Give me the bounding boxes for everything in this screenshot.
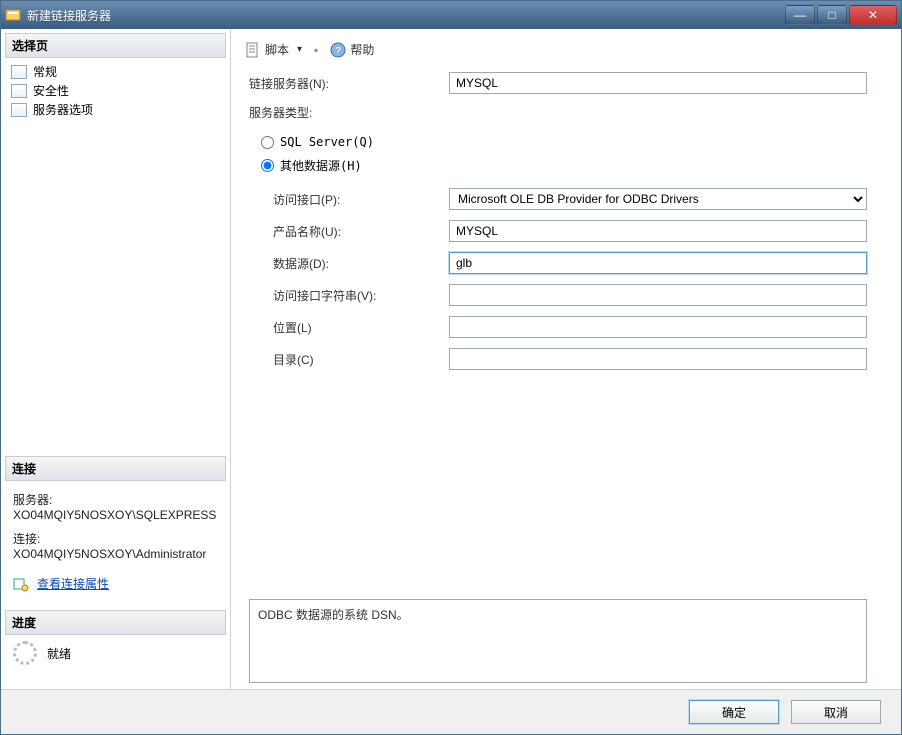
- script-icon: [245, 42, 261, 58]
- script-button[interactable]: 脚本: [241, 39, 306, 60]
- sidebar: 选择页 常规 安全性 服务器选项 连接 服务器: XO04MQ: [1, 29, 231, 689]
- select-page-header: 选择页: [5, 33, 226, 58]
- close-button[interactable]: ✕: [849, 5, 897, 25]
- radio-other-label: 其他数据源(H): [280, 157, 362, 174]
- provider-label: 访问接口(P):: [249, 191, 449, 208]
- product-input[interactable]: [449, 220, 867, 242]
- linked-server-input[interactable]: [449, 72, 867, 94]
- catalog-label: 目录(C): [249, 351, 449, 368]
- product-label: 产品名称(U):: [249, 223, 449, 240]
- help-icon: ?: [330, 42, 346, 58]
- spinner-icon: [13, 641, 37, 665]
- nav-label: 安全性: [33, 82, 69, 99]
- server-label: 服务器:: [13, 491, 222, 508]
- hint-box: ODBC 数据源的系统 DSN。: [249, 599, 867, 683]
- nav-item-server-options[interactable]: 服务器选项: [7, 100, 230, 119]
- window-title: 新建链接服务器: [27, 7, 785, 24]
- radio-sqlserver[interactable]: [261, 136, 274, 149]
- cancel-button[interactable]: 取消: [791, 700, 881, 724]
- page-icon: [11, 65, 27, 79]
- radio-sqlserver-row[interactable]: SQL Server(Q): [249, 131, 867, 153]
- catalog-input[interactable]: [449, 348, 867, 370]
- properties-icon: [13, 576, 29, 592]
- view-props-link[interactable]: 查看连接属性: [37, 575, 109, 592]
- help-button[interactable]: ? 帮助: [326, 39, 378, 60]
- page-icon: [11, 103, 27, 117]
- titlebar[interactable]: 新建链接服务器 — □ ✕: [1, 1, 901, 29]
- progress-header: 进度: [5, 610, 226, 635]
- page-icon: [11, 84, 27, 98]
- nav-list: 常规 安全性 服务器选项: [5, 60, 230, 119]
- server-value: XO04MQIY5NOSXOY\SQLEXPRESS: [13, 508, 222, 522]
- radio-other-row[interactable]: 其他数据源(H): [249, 153, 867, 178]
- linked-server-label: 链接服务器(N):: [249, 75, 449, 92]
- maximize-button[interactable]: □: [817, 5, 847, 25]
- radio-other[interactable]: [261, 159, 274, 172]
- ok-button[interactable]: 确定: [689, 700, 779, 724]
- dialog-window: 新建链接服务器 — □ ✕ 选择页 常规 安全性 服务器选项: [0, 0, 902, 735]
- view-connection-properties[interactable]: 查看连接属性: [5, 569, 230, 598]
- provstring-input[interactable]: [449, 284, 867, 306]
- datasource-input[interactable]: [449, 252, 867, 274]
- main-panel: 脚本 ▪ ? 帮助 链接服务器(N): 服务器类型:: [231, 29, 901, 689]
- svg-text:?: ?: [336, 46, 342, 57]
- window-buttons: — □ ✕: [785, 5, 897, 25]
- server-type-label: 服务器类型:: [249, 104, 449, 121]
- location-input[interactable]: [449, 316, 867, 338]
- progress-status: 就绪: [47, 645, 71, 662]
- conn-label: 连接:: [13, 530, 222, 547]
- footer: 确定 取消: [1, 689, 901, 734]
- connection-header: 连接: [5, 456, 226, 481]
- nav-item-security[interactable]: 安全性: [7, 81, 230, 100]
- conn-value: XO04MQIY5NOSXOY\Administrator: [13, 547, 222, 561]
- nav-item-general[interactable]: 常规: [7, 62, 230, 81]
- script-label: 脚本: [265, 41, 289, 58]
- radio-sqlserver-label: SQL Server(Q): [280, 135, 374, 149]
- minimize-button[interactable]: —: [785, 5, 815, 25]
- nav-label: 常规: [33, 63, 57, 80]
- datasource-label: 数据源(D):: [249, 255, 449, 272]
- nav-label: 服务器选项: [33, 101, 93, 118]
- help-label: 帮助: [350, 41, 374, 58]
- app-icon: [5, 7, 21, 23]
- location-label: 位置(L): [249, 319, 449, 336]
- toolbar: 脚本 ▪ ? 帮助: [241, 35, 891, 68]
- provstring-label: 访问接口字符串(V):: [249, 287, 449, 304]
- connection-block: 服务器: XO04MQIY5NOSXOY\SQLEXPRESS 连接: XO04…: [5, 483, 230, 569]
- progress-row: 就绪: [5, 637, 230, 665]
- provider-select[interactable]: Microsoft OLE DB Provider for ODBC Drive…: [449, 188, 867, 210]
- form: 链接服务器(N): 服务器类型: SQL Server(Q) 其他数据源(H): [241, 68, 891, 380]
- content: 选择页 常规 安全性 服务器选项 连接 服务器: XO04MQ: [1, 29, 901, 689]
- server-type-group: SQL Server(Q) 其他数据源(H): [249, 131, 867, 178]
